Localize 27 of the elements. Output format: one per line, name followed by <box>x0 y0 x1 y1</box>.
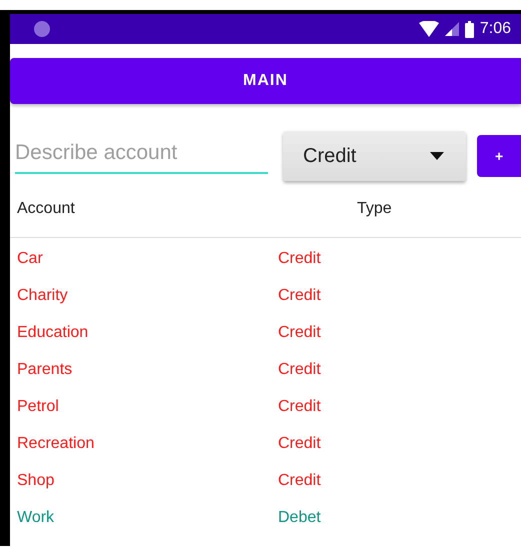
account-type: Credit <box>278 398 322 416</box>
type-dropdown[interactable]: Credit <box>283 131 466 181</box>
account-name: Recreation <box>17 434 96 452</box>
account-type: Credit <box>278 472 322 490</box>
account-name: Charity <box>17 286 69 304</box>
notification-dot-icon <box>34 21 50 37</box>
account-type: Credit <box>278 360 322 378</box>
battery-icon <box>464 20 474 38</box>
add-button[interactable]: + <box>477 135 521 177</box>
column-header: Account <box>17 200 76 218</box>
account-name: Car <box>17 250 44 268</box>
status-time: 7:06 <box>480 20 511 38</box>
account-type: Credit <box>278 250 322 268</box>
account-name: Education <box>17 324 90 342</box>
column-header: Type <box>357 200 393 218</box>
caret-icon <box>430 152 444 160</box>
signal-icon <box>444 22 459 36</box>
account-type: Credit <box>278 286 322 304</box>
account-name: Petrol <box>17 398 60 416</box>
account-type: Credit <box>278 434 322 452</box>
wifi-icon <box>418 21 439 37</box>
account-type: Credit <box>278 324 322 342</box>
account-name: Shop <box>17 472 56 490</box>
account-name: Parents <box>17 360 74 378</box>
main-button[interactable]: MAIN <box>10 58 521 104</box>
account-type: Debet <box>278 508 322 526</box>
account-name: Work <box>17 508 56 526</box>
